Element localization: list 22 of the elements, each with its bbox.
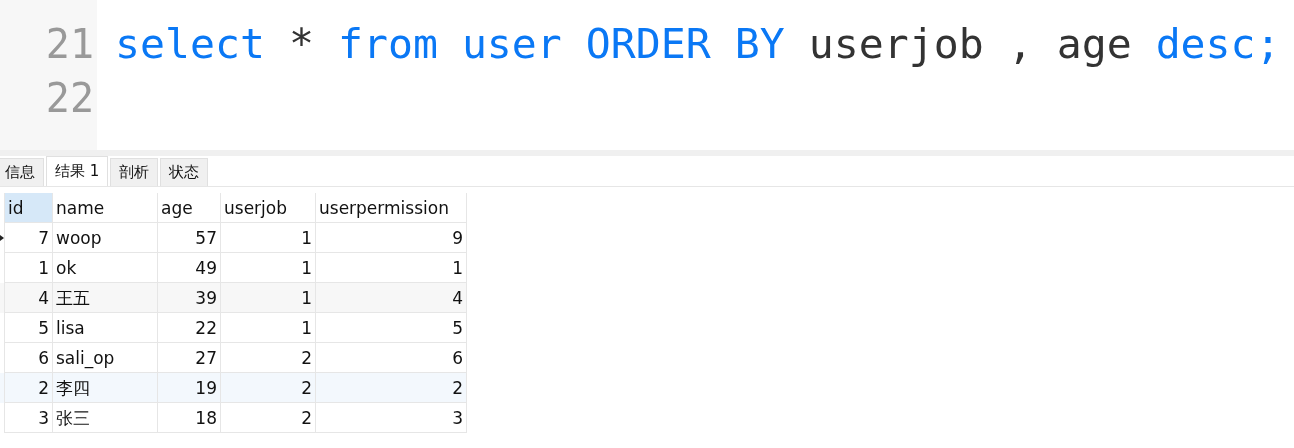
sql-keyword: desc; — [1155, 18, 1281, 70]
result-tab[interactable]: 信息 — [0, 158, 44, 186]
sql-token: userjob — [808, 18, 984, 70]
table-cell: 2 — [221, 403, 316, 433]
table-cell: 张三 — [53, 403, 158, 433]
sql-keyword: BY — [734, 18, 785, 70]
sql-token: , — [1007, 18, 1033, 70]
result-tab[interactable]: 状态 — [160, 158, 209, 186]
sql-token: * — [288, 18, 314, 70]
line-number: 21 — [44, 20, 95, 69]
sql-keyword: from — [337, 18, 438, 70]
sql-keyword: select — [115, 18, 265, 70]
table-cell: 3 — [5, 403, 53, 433]
column-header[interactable]: id — [5, 193, 53, 223]
result-tab[interactable]: 剖析 — [110, 158, 159, 186]
sql-keyword: user — [461, 18, 562, 70]
line-number: 22 — [44, 74, 95, 123]
table-cell: 18 — [158, 403, 221, 433]
table-cell: 3 — [316, 403, 467, 433]
sql-token: age — [1056, 18, 1132, 70]
sql-keyword: ORDER — [585, 18, 711, 70]
result-tab[interactable]: 结果 1 — [46, 156, 109, 186]
